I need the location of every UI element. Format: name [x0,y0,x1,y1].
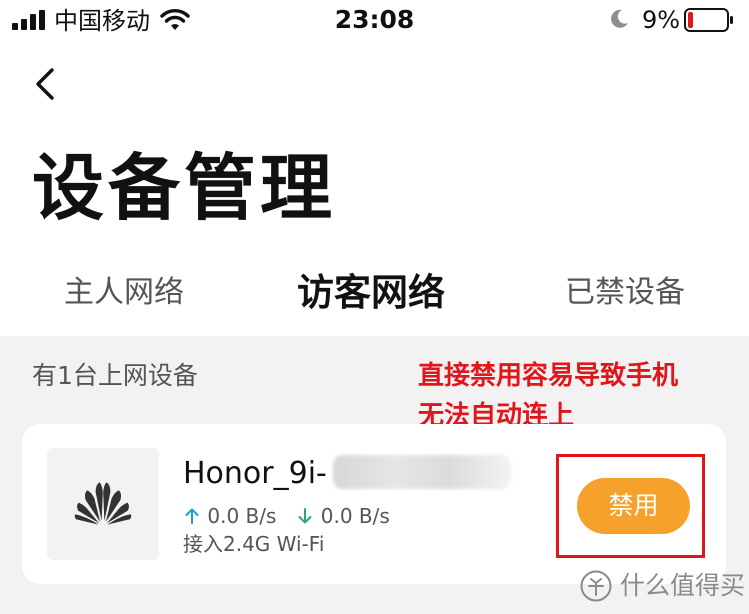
huawei-logo-icon [74,482,132,525]
watermark-text: 什么值得买 [620,571,746,600]
chevron-left-icon [36,68,54,100]
download-arrow-icon [298,508,312,524]
device-count-label: 有1台上网设备 [32,361,198,390]
watermark-logo-icon [580,570,612,602]
status-time: 23:08 [334,5,415,34]
upload-speed: 0.0 B/s [207,504,277,528]
speed-row: 0.0 B/s 0.0 B/s [183,502,390,530]
block-device-button[interactable]: 禁用 [577,478,690,534]
tab-owner-network[interactable]: 主人网络 [64,258,184,328]
status-bar: 中国移动 23:08 9% [0,0,749,44]
connection-type: 接入2.4G Wi-Fi [183,532,325,556]
redacted-name-blur [332,455,511,489]
back-button[interactable] [28,62,68,106]
page-title: 设备管理 [32,146,337,230]
device-name: Honor_9i- [183,454,511,494]
device-card[interactable]: Honor_9i- 0.0 B/s 0.0 B/s 接入2.4G Wi-Fi 禁… [22,424,726,584]
tab-blocked-devices[interactable]: 已禁设备 [565,258,685,328]
device-icon-box [47,448,159,560]
moon-icon [611,9,628,28]
annotation-line-1: 直接禁用容易导致手机 [418,361,679,391]
upload-arrow-icon [185,508,199,524]
tab-bar: 主人网络 访客网络 已禁设备 [0,258,749,328]
download-speed: 0.0 B/s [320,504,390,528]
tab-guest-network[interactable]: 访客网络 [297,258,445,328]
battery-icon [684,8,733,32]
battery-percent: 9% [642,6,681,34]
device-name-text: Honor_9i- [183,456,327,491]
